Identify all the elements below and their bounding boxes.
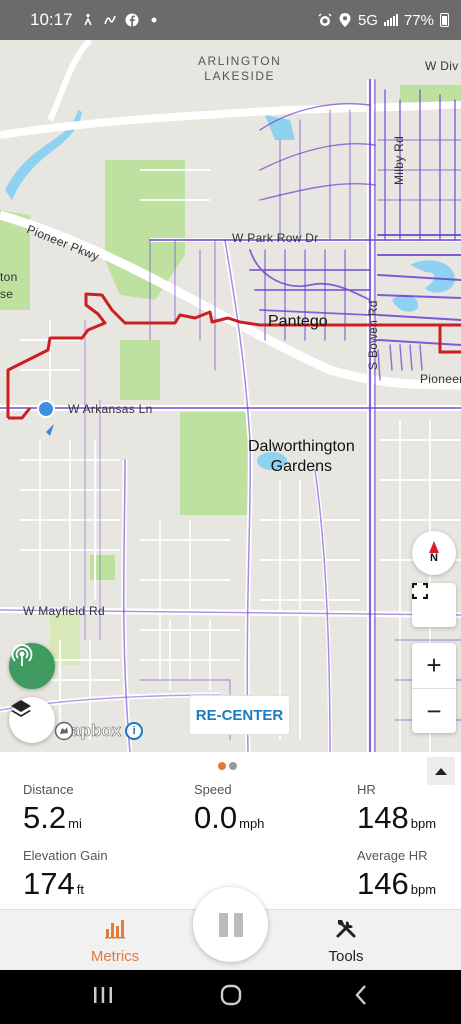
network-type: 5G xyxy=(357,11,378,29)
chevron-up-icon xyxy=(435,767,447,775)
metric-elevation-gain: Elevation Gain 174 ft xyxy=(23,848,108,901)
status-bar: 10:17 5G 77% xyxy=(0,0,461,40)
map-label-road: S Bowen Rd xyxy=(366,300,380,370)
park-area xyxy=(90,555,115,580)
metric-value: 146 bpm xyxy=(357,866,437,901)
user-location-dot xyxy=(37,400,55,418)
map-label-road: Pioneer xyxy=(420,372,461,386)
facebook-icon xyxy=(125,13,139,27)
metric-value: 148 bpm xyxy=(357,800,437,835)
location-icon xyxy=(338,13,352,27)
mapbox-attribution[interactable]: mapbox i xyxy=(54,721,144,741)
metrics-panel: Distance 5.2 mi Speed 0.0 mph HR 148 bpm El… xyxy=(0,752,461,909)
location-heading xyxy=(46,424,54,436)
tab-metrics-label: Metrics xyxy=(90,948,140,965)
metric-speed: Speed 0.0 mph xyxy=(194,782,264,835)
road-major xyxy=(47,40,93,122)
page-dot xyxy=(229,762,237,770)
metric-label: Distance xyxy=(23,782,74,797)
map-label-city: Dalworthington Gardens xyxy=(248,438,355,475)
system-nav-bar xyxy=(0,970,461,1024)
map-label-road: W Arkansas Ln xyxy=(68,402,153,416)
map-label-road: W Div xyxy=(425,59,459,73)
back-button[interactable] xyxy=(346,984,376,1010)
zoom-controls: + − xyxy=(412,643,456,733)
live-tracking-button[interactable] xyxy=(9,643,55,689)
collapse-panel-button[interactable] xyxy=(427,757,455,785)
cycling-icon xyxy=(81,13,95,27)
zoom-out-button[interactable]: − xyxy=(412,689,456,734)
bar-chart-icon xyxy=(104,917,126,944)
home-icon xyxy=(219,983,243,1012)
back-icon xyxy=(353,984,369,1011)
page-indicator xyxy=(218,762,237,770)
battery-percentage: 77% xyxy=(403,11,434,29)
map-label-road: W Park Row Dr xyxy=(232,231,319,245)
metric-average-hr: Average HR 146 bpm xyxy=(357,848,436,901)
map-label-fragment: ton xyxy=(0,270,18,284)
alarm-icon xyxy=(318,13,332,27)
park-area xyxy=(50,610,80,665)
tab-metrics[interactable]: Metrics xyxy=(55,910,175,971)
pause-icon xyxy=(218,912,228,937)
map-view[interactable]: ARLINGTON LAKESIDE W Div Milby Rd Pionee… xyxy=(0,40,461,752)
recenter-button[interactable]: RE-CENTER xyxy=(189,695,290,735)
recent-apps-button[interactable] xyxy=(88,984,118,1010)
route-icon xyxy=(103,13,117,27)
tab-tools-label: Tools xyxy=(328,948,364,965)
status-time: 10:17 xyxy=(30,10,73,29)
metric-hr: HR 148 bpm xyxy=(357,782,436,835)
page-dot-active xyxy=(218,762,226,770)
info-icon[interactable]: i xyxy=(125,722,144,740)
compass-button[interactable]: N xyxy=(412,531,456,575)
dot-icon xyxy=(147,13,161,27)
map-label-road: W Mayfield Rd xyxy=(23,604,105,618)
tab-tools[interactable]: Tools xyxy=(286,910,406,971)
metric-value: 174 ft xyxy=(23,866,84,901)
map-label-area: ARLINGTON LAKESIDE xyxy=(198,54,282,83)
tools-icon xyxy=(335,917,357,944)
metric-label: Elevation Gain xyxy=(23,848,108,863)
zoom-in-button[interactable]: + xyxy=(412,643,456,688)
map-label-road: Milby Rd xyxy=(392,135,406,185)
signal-icon xyxy=(383,14,398,26)
compass-arrow-icon xyxy=(429,540,439,553)
metric-label: Speed xyxy=(194,782,232,797)
map-label-fragment: se xyxy=(0,287,14,301)
map-layers-button[interactable] xyxy=(9,697,55,743)
metric-value: 5.2 mi xyxy=(23,800,82,835)
map-label-city: Pantego xyxy=(268,313,328,330)
home-button[interactable] xyxy=(216,984,246,1010)
metric-label: HR xyxy=(357,782,376,797)
metric-value: 0.0 mph xyxy=(194,800,265,835)
fullscreen-button[interactable] xyxy=(412,583,456,627)
route-line xyxy=(438,325,461,354)
compass-north-label: N xyxy=(430,551,438,564)
pause-button[interactable] xyxy=(193,887,268,962)
recent-apps-icon xyxy=(92,985,114,1010)
park-area xyxy=(120,340,160,400)
park-area xyxy=(180,412,250,515)
metric-label: Average HR xyxy=(357,848,428,863)
battery-icon xyxy=(440,13,449,27)
pause-icon xyxy=(233,912,243,937)
metric-distance: Distance 5.2 mi xyxy=(23,782,82,835)
